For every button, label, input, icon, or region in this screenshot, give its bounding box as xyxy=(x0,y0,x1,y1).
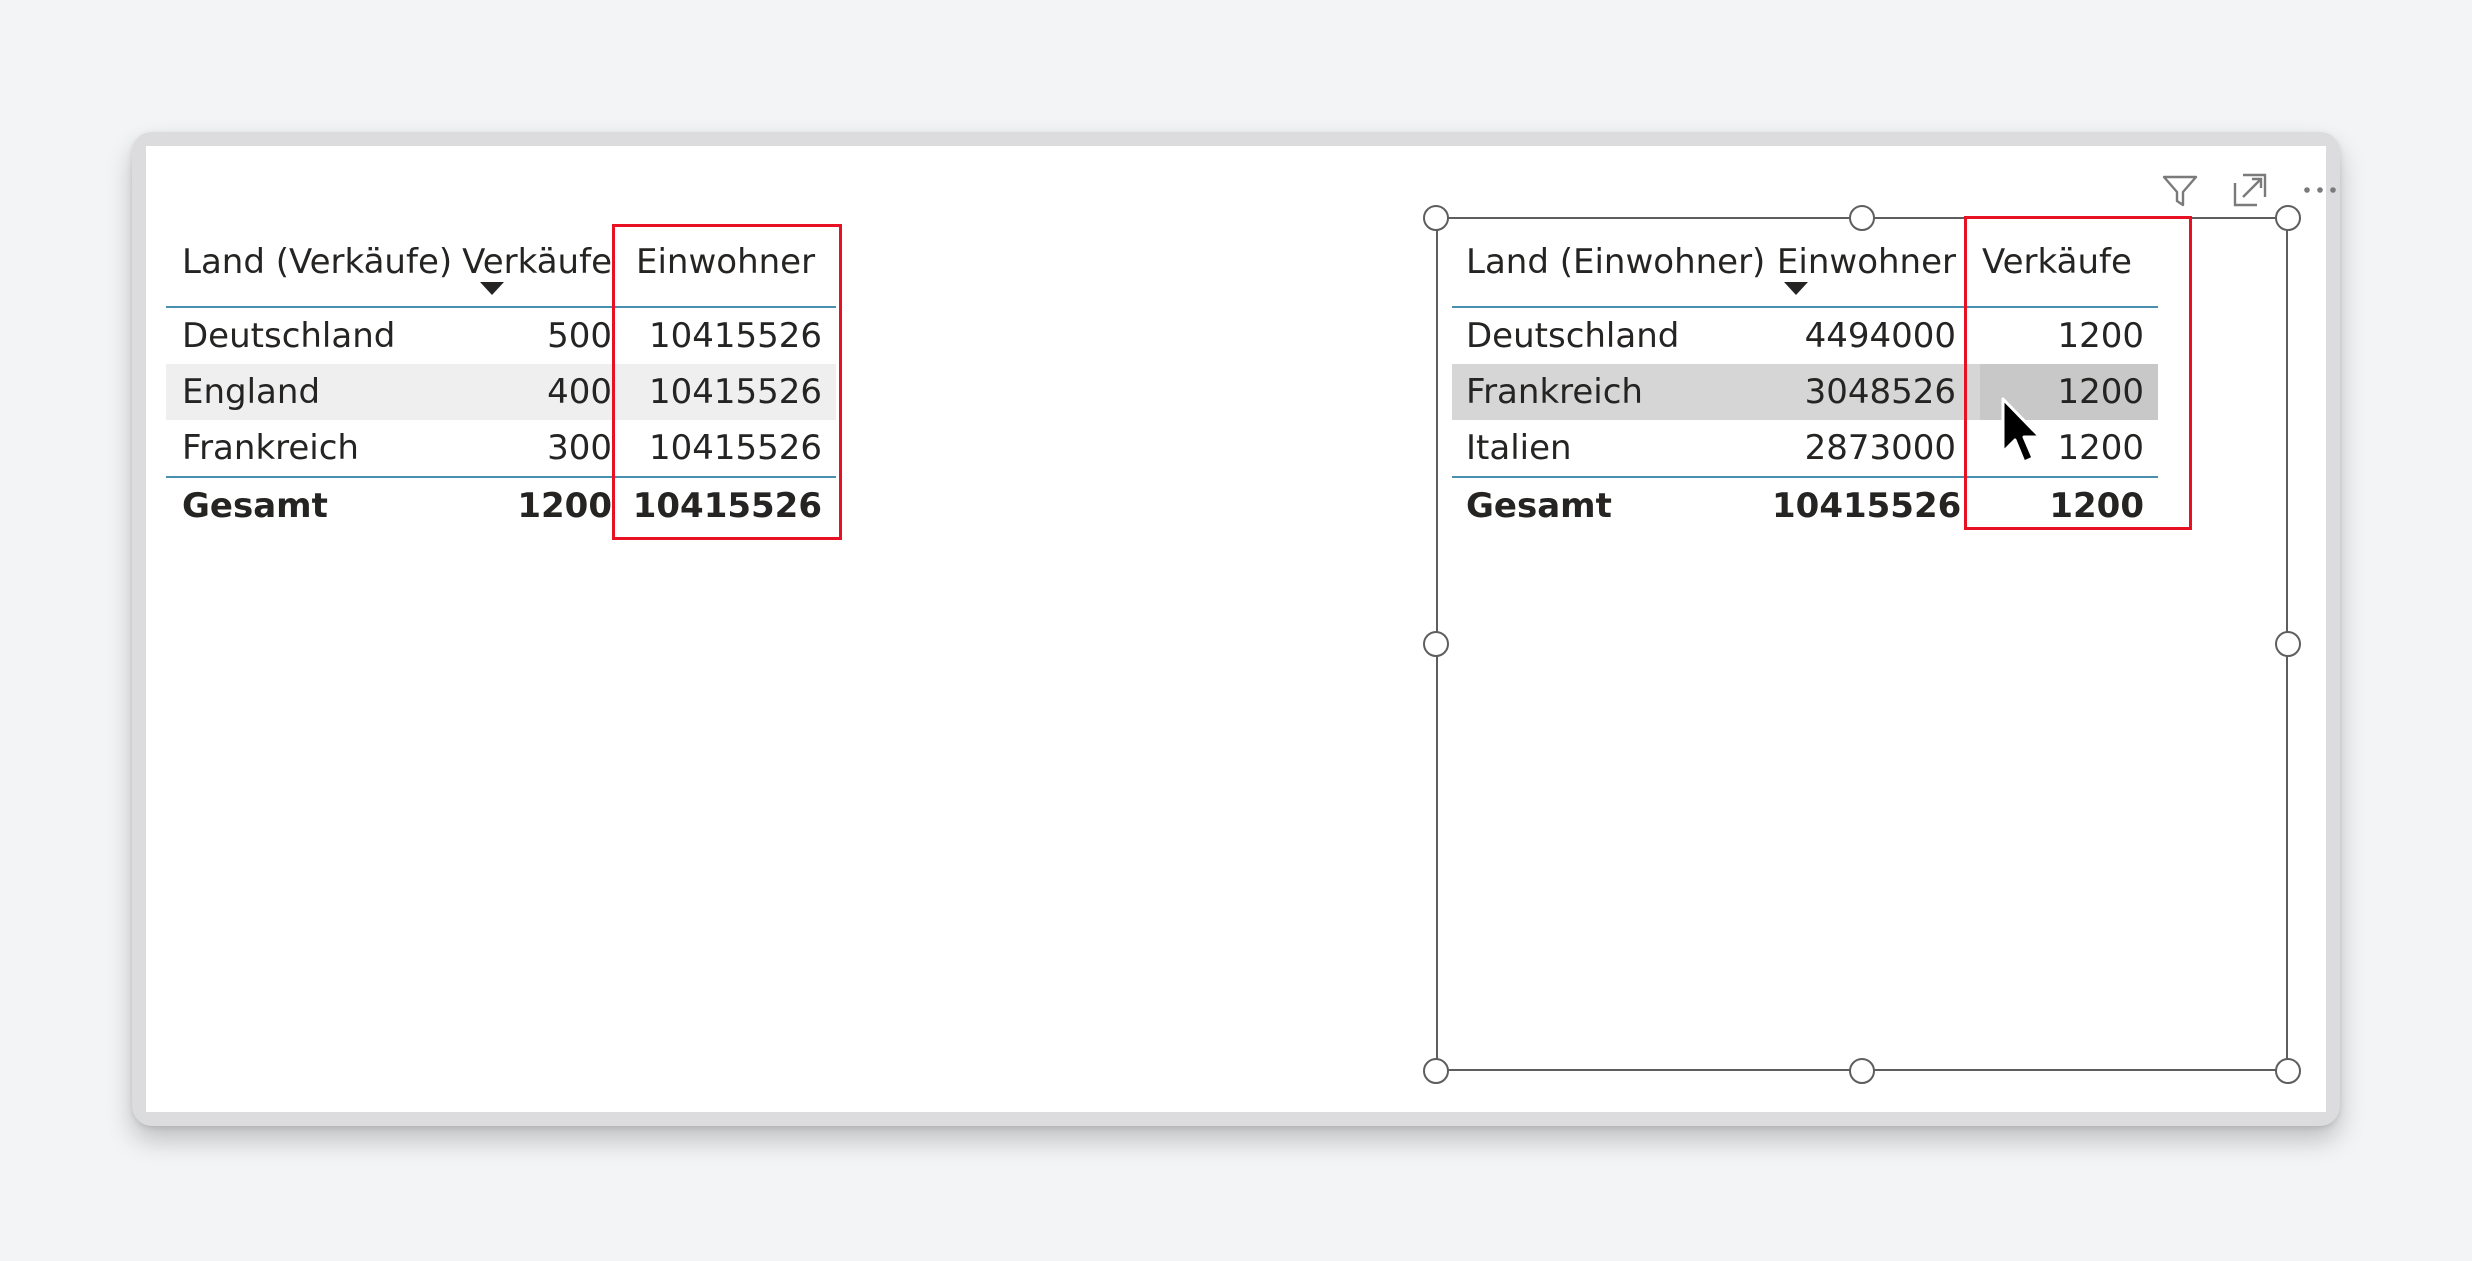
report-canvas: Land (Verkäufe) Verkäufe Einwohner Deuts… xyxy=(132,132,2340,1126)
cell-total-verkaeufe: 1200 xyxy=(517,486,612,526)
cell-einwohner: 3048526 xyxy=(1804,372,1956,412)
resize-handle-bottom-left[interactable] xyxy=(1423,1058,1449,1084)
sort-descending-icon xyxy=(1784,282,1808,295)
column-header-label: Einwohner xyxy=(1776,242,1956,282)
table-left: Land (Verkäufe) Verkäufe Einwohner Deuts… xyxy=(166,224,846,630)
column-header-land-verkaeufe[interactable]: Land (Verkäufe) xyxy=(166,230,466,306)
cell-einwohner: 2873000 xyxy=(1804,428,1956,468)
cell-land: Frankreich xyxy=(1466,372,1643,412)
cell-land: England xyxy=(182,372,321,412)
column-header-einwohner[interactable]: Einwohner xyxy=(1772,230,1970,306)
cell-einwohner: 4494000 xyxy=(1804,316,1956,356)
sort-descending-icon xyxy=(480,282,504,295)
more-options-icon[interactable] xyxy=(2296,166,2344,214)
report-page: Land (Verkäufe) Verkäufe Einwohner Deuts… xyxy=(146,146,2336,1112)
cell-verkaeufe: 300 xyxy=(547,428,612,468)
column-header-verkaeufe[interactable]: Verkäufe xyxy=(462,230,626,306)
resize-handle-right[interactable] xyxy=(2275,631,2301,657)
column-header-label: Land (Einwohner) xyxy=(1466,242,1766,282)
resize-handle-bottom[interactable] xyxy=(1849,1058,1875,1084)
cell-total-label: Gesamt xyxy=(182,486,328,526)
table-right: Land (Einwohner) Einwohner Verkäufe Deut… xyxy=(1452,216,2192,630)
cell-verkaeufe: 400 xyxy=(547,372,612,412)
cell-land: Deutschland xyxy=(182,316,396,356)
filter-icon[interactable] xyxy=(2156,166,2204,214)
resize-handle-top[interactable] xyxy=(1849,205,1875,231)
resize-handle-top-right[interactable] xyxy=(2275,205,2301,231)
focus-mode-icon[interactable] xyxy=(2226,166,2274,214)
column-header-land-einwohner[interactable]: Land (Einwohner) xyxy=(1452,230,1772,306)
column-header-label: Verkäufe xyxy=(462,242,612,282)
resize-handle-top-left[interactable] xyxy=(1423,205,1449,231)
cell-land: Italien xyxy=(1466,428,1572,468)
cell-land: Deutschland xyxy=(1466,316,1680,356)
highlight-box-einwohner xyxy=(612,224,842,540)
cell-total-einwohner: 10415526 xyxy=(1772,486,1962,526)
table-visual-left[interactable]: Land (Verkäufe) Verkäufe Einwohner Deuts… xyxy=(146,146,1046,1126)
cell-land: Frankreich xyxy=(182,428,359,468)
cell-verkaeufe: 500 xyxy=(547,316,612,356)
cell-total-label: Gesamt xyxy=(1466,486,1612,526)
mouse-pointer-icon xyxy=(2001,397,2042,464)
table-visual-right[interactable]: Land (Einwohner) Einwohner Verkäufe Deut… xyxy=(1423,146,2336,1126)
column-header-label: Land (Verkäufe) xyxy=(182,242,453,282)
highlight-box-verkaeufe xyxy=(1964,216,2192,530)
resize-handle-left[interactable] xyxy=(1423,631,1449,657)
resize-handle-bottom-right[interactable] xyxy=(2275,1058,2301,1084)
